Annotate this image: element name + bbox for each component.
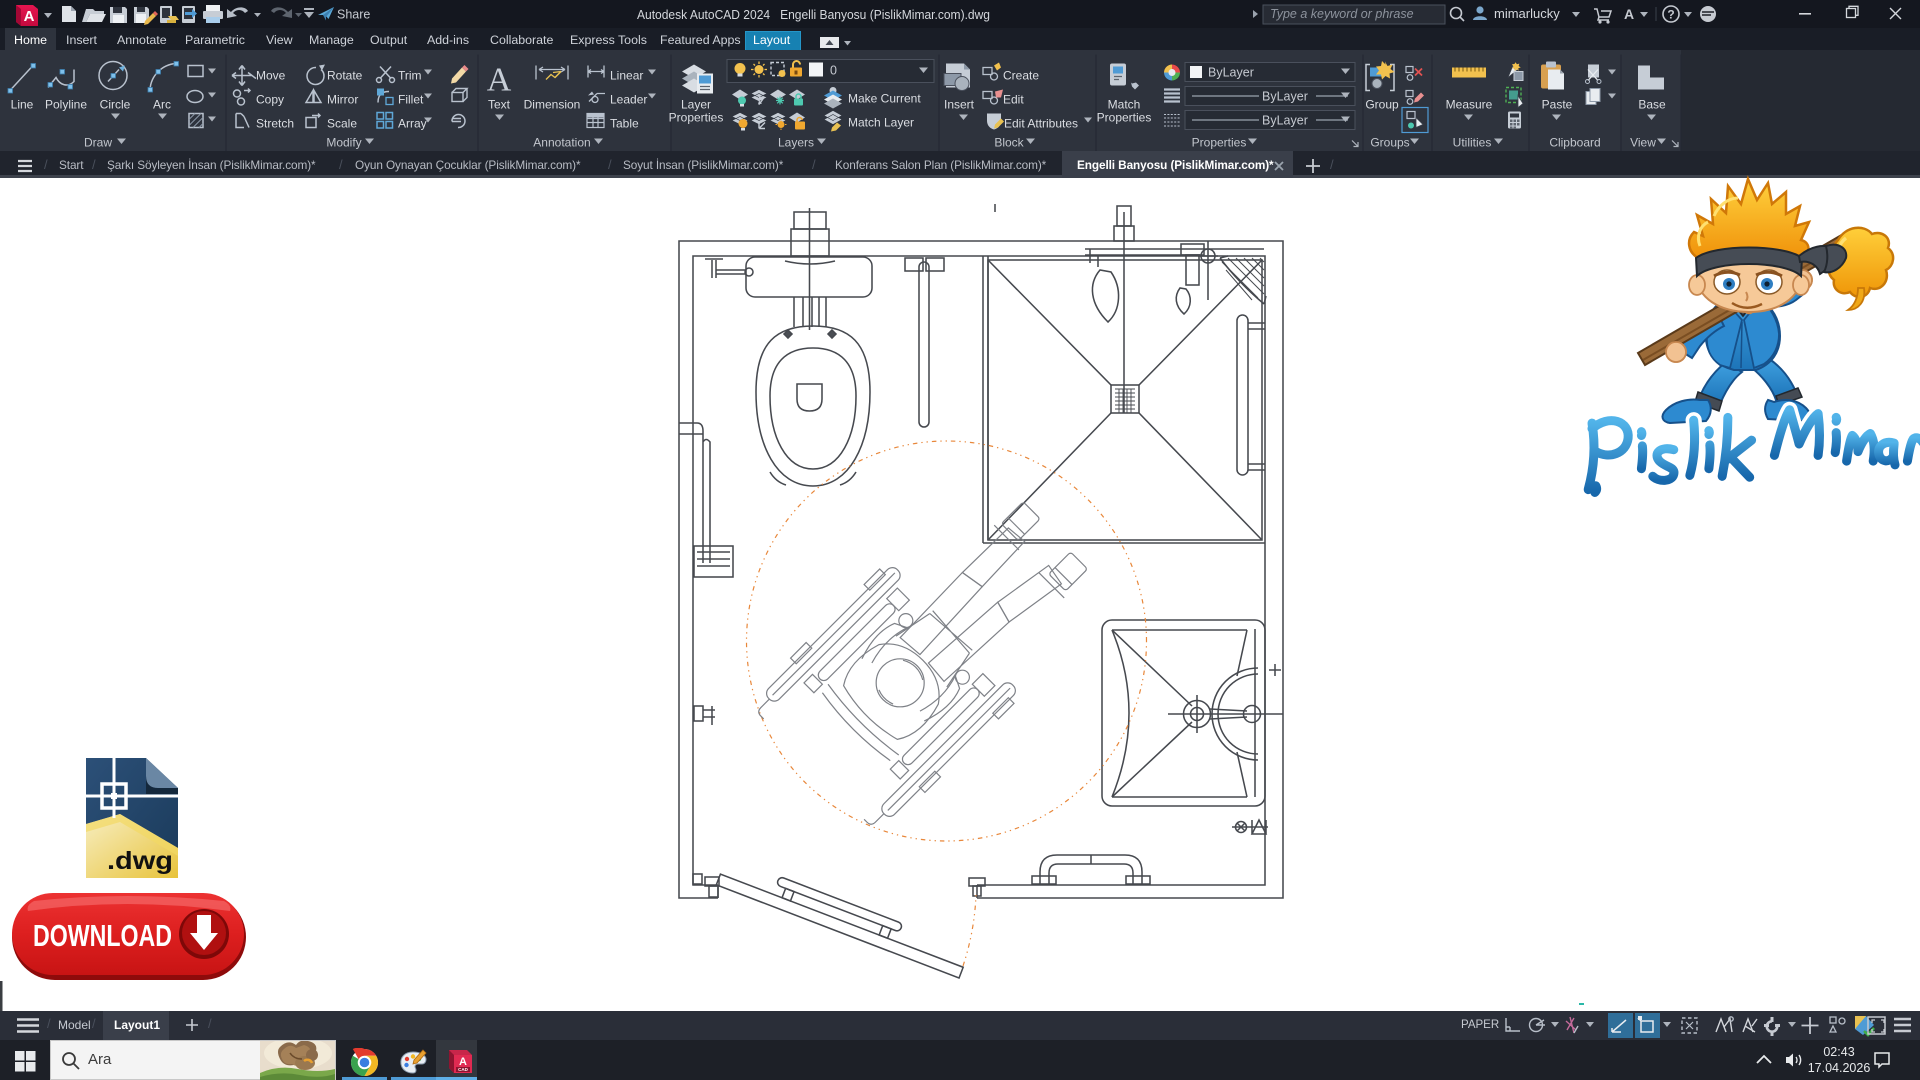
svg-text:0: 0 xyxy=(830,64,837,78)
svg-text:Circle: Circle xyxy=(100,98,131,112)
svg-text:Groups: Groups xyxy=(1370,136,1409,150)
svg-text:Measure: Measure xyxy=(1446,98,1493,112)
svg-text:mimarlucky: mimarlucky xyxy=(1494,6,1560,21)
svg-text:Copy: Copy xyxy=(256,93,284,107)
svg-text:Type a keyword or phrase: Type a keyword or phrase xyxy=(1270,7,1414,21)
svg-text:Stretch: Stretch xyxy=(256,117,294,131)
svg-text:Draw: Draw xyxy=(84,136,112,150)
svg-text:Properties: Properties xyxy=(1097,111,1152,125)
svg-text:DOWNLOAD: DOWNLOAD xyxy=(33,918,172,953)
svg-text:Polyline: Polyline xyxy=(45,98,87,112)
svg-text:Edit Attributes: Edit Attributes xyxy=(1004,117,1078,131)
svg-text:Edit: Edit xyxy=(1003,93,1024,107)
svg-text:Line: Line xyxy=(11,98,34,112)
svg-text:Properties: Properties xyxy=(669,111,724,125)
svg-text:Make Current: Make Current xyxy=(848,92,921,106)
svg-text:Mirror: Mirror xyxy=(327,93,358,107)
svg-text:Layers: Layers xyxy=(778,136,814,150)
svg-text:ByLayer: ByLayer xyxy=(1262,90,1308,104)
svg-text:Array: Array xyxy=(398,117,427,131)
svg-text:Rotate: Rotate xyxy=(327,69,363,83)
svg-text:Block: Block xyxy=(994,136,1024,150)
svg-text:Base: Base xyxy=(1638,98,1666,112)
svg-text:.dwg: .dwg xyxy=(107,847,173,875)
svg-text:A: A xyxy=(24,8,35,25)
svg-text:Share: Share xyxy=(337,8,370,22)
svg-text:Annotation: Annotation xyxy=(533,136,590,150)
svg-text:ByLayer: ByLayer xyxy=(1208,66,1254,80)
svg-text:Utilities: Utilities xyxy=(1453,136,1492,150)
svg-text:Paste: Paste xyxy=(1542,98,1573,112)
svg-text:ByLayer: ByLayer xyxy=(1262,114,1308,128)
svg-text:Properties: Properties xyxy=(1192,136,1247,150)
svg-text:Dimension: Dimension xyxy=(524,98,581,112)
svg-text:A: A xyxy=(487,62,512,99)
svg-text:CAD: CAD xyxy=(458,1067,468,1072)
svg-text:Text: Text xyxy=(488,98,511,112)
svg-text:Clipboard: Clipboard xyxy=(1549,136,1600,150)
svg-text:Move: Move xyxy=(256,69,286,83)
svg-text:Insert: Insert xyxy=(944,98,975,112)
svg-text:Table: Table xyxy=(610,117,639,131)
svg-text:Scale: Scale xyxy=(327,117,357,131)
svg-text:Group: Group xyxy=(1365,98,1399,112)
svg-text:A: A xyxy=(459,1056,467,1068)
svg-text:Modify: Modify xyxy=(326,136,361,150)
svg-text:Autodesk AutoCAD 2024 Engell: Autodesk AutoCAD 2024 Engelli Banyosu (P… xyxy=(637,8,990,22)
svg-text:?: ? xyxy=(1667,8,1674,22)
svg-text:Linear: Linear xyxy=(610,69,643,83)
svg-text:Match: Match xyxy=(1108,98,1141,112)
svg-text:Trim: Trim xyxy=(398,69,422,83)
svg-text:View: View xyxy=(1630,136,1656,150)
svg-text:Arc: Arc xyxy=(153,98,171,112)
svg-text:Fillet: Fillet xyxy=(398,93,424,107)
svg-text:Leader: Leader xyxy=(610,93,647,107)
svg-text:A: A xyxy=(1624,6,1634,22)
svg-text:Match Layer: Match Layer xyxy=(848,116,914,130)
svg-text:Layer: Layer xyxy=(681,98,711,112)
svg-text:Create: Create xyxy=(1003,69,1039,83)
